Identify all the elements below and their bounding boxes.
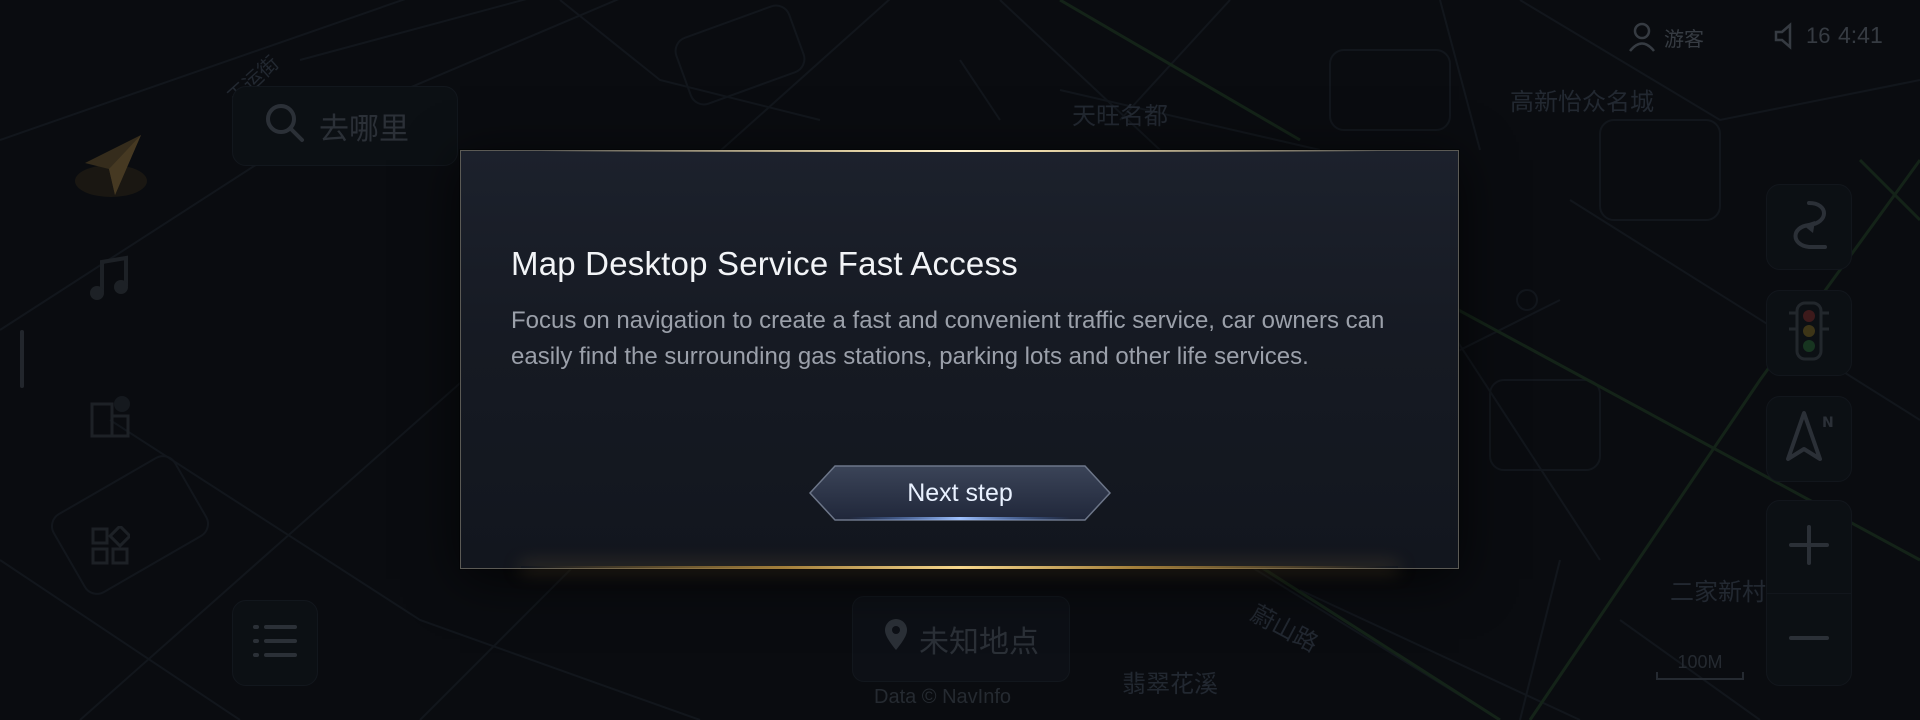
map-scale-bar xyxy=(1656,672,1744,680)
guide-dialog: Map Desktop Service Fast Access Focus on… xyxy=(460,150,1459,569)
rail-handle[interactable] xyxy=(20,330,24,388)
volume-icon xyxy=(1774,22,1798,50)
compass-button[interactable]: N xyxy=(1766,396,1852,482)
location-pin-icon xyxy=(883,619,909,659)
navigation-arrow-icon[interactable] xyxy=(66,124,156,214)
search-box[interactable]: 去哪里 xyxy=(232,86,458,166)
location-label: 未知地点 xyxy=(919,625,1039,660)
dialog-title: Map Desktop Service Fast Access xyxy=(511,245,1018,282)
app-grid-icon[interactable] xyxy=(78,514,142,578)
next-step-label: Next step xyxy=(907,478,1013,507)
svg-text:N: N xyxy=(1822,415,1834,431)
map-label: 高新怡众名城 xyxy=(1510,88,1654,116)
next-step-button[interactable]: Next step xyxy=(809,465,1111,521)
map-label: 天旺名都 xyxy=(1072,102,1168,130)
map-attribution: Data © NavInfo xyxy=(874,686,1012,708)
traffic-light-icon xyxy=(1785,301,1833,366)
volume-status[interactable]: 16 xyxy=(1774,22,1830,50)
search-icon xyxy=(263,101,305,151)
current-location-chip[interactable]: 未知地点 xyxy=(852,596,1070,682)
building-icon[interactable] xyxy=(78,384,142,448)
route-button[interactable] xyxy=(1766,184,1852,270)
clock: 4:41 xyxy=(1838,22,1883,48)
map-scale-label: 100M xyxy=(1677,652,1723,672)
user-status[interactable]: 游客 xyxy=(1628,22,1704,52)
left-rail xyxy=(0,0,170,720)
user-icon xyxy=(1628,22,1656,52)
music-note-icon[interactable] xyxy=(78,246,142,310)
zoom-control xyxy=(1766,500,1852,686)
user-label: 游客 xyxy=(1664,28,1704,51)
dialog-body: Focus on navigation to create a fast and… xyxy=(511,307,1385,370)
traffic-button[interactable] xyxy=(1766,290,1852,376)
zoom-in-button[interactable] xyxy=(1767,501,1851,593)
map-label: 翡翠花溪 xyxy=(1122,670,1218,698)
list-icon xyxy=(252,622,298,665)
north-compass-icon: N xyxy=(1782,409,1836,470)
list-menu-button[interactable] xyxy=(232,600,318,686)
zoom-in-icon xyxy=(1787,523,1831,572)
route-icon xyxy=(1785,197,1833,258)
volume-level: 16 xyxy=(1806,23,1831,48)
search-placeholder: 去哪里 xyxy=(319,112,409,147)
zoom-out-button[interactable] xyxy=(1767,593,1851,686)
map-label: 二家新村 xyxy=(1670,578,1766,606)
zoom-out-icon xyxy=(1787,616,1831,665)
